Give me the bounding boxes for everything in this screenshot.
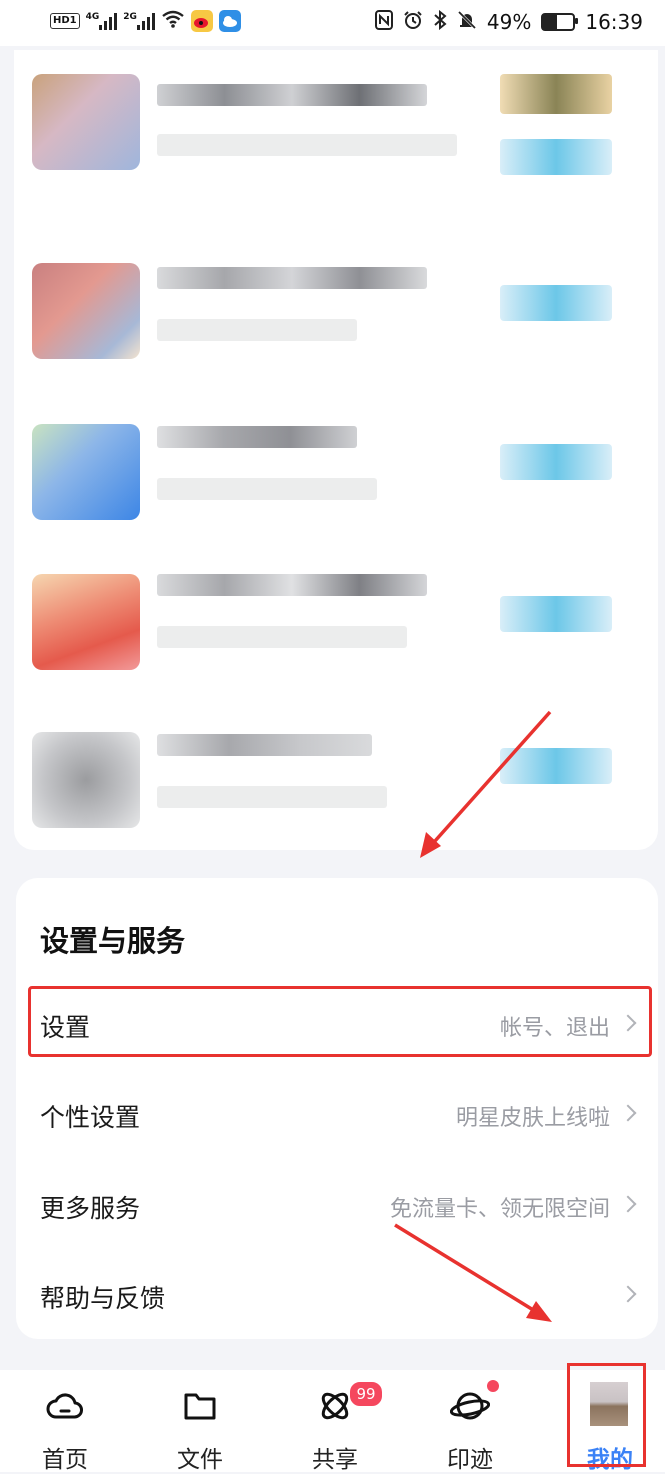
blurred-action-button[interactable] xyxy=(500,748,612,784)
cloud-icon xyxy=(46,1393,83,1419)
blurred-avatar xyxy=(32,732,140,828)
tab-files[interactable]: 文件 xyxy=(135,1370,265,1473)
wifi-icon xyxy=(161,10,185,32)
blurred-title xyxy=(157,426,357,448)
menu-item-label: 个性设置 xyxy=(40,1103,141,1132)
list-item[interactable] xyxy=(14,414,658,534)
tab-footprint[interactable]: 印迹 xyxy=(405,1370,535,1473)
planet-icon xyxy=(450,1392,490,1420)
blurred-subtitle xyxy=(157,626,407,648)
mute-bell-icon xyxy=(457,10,477,34)
blurred-action-button[interactable] xyxy=(500,285,612,321)
blurred-subtitle xyxy=(157,134,457,156)
blurred-list-card xyxy=(14,50,658,850)
menu-item-more-services[interactable]: 更多服务 免流量卡、领无限空间 xyxy=(16,1171,658,1241)
list-item[interactable] xyxy=(14,560,658,680)
weibo-app-icon xyxy=(190,10,213,32)
blurred-tag xyxy=(500,74,612,114)
tab-label: 印迹 xyxy=(447,1447,493,1473)
chevron-right-icon xyxy=(619,1104,637,1122)
hd-indicator: HD1 xyxy=(50,13,80,29)
tab-label: 共享 xyxy=(312,1447,358,1473)
blurred-title xyxy=(157,267,427,289)
blurred-action-button[interactable] xyxy=(500,139,612,175)
settings-services-card: 设置与服务 设置 帐号、退出 个性设置 明星皮肤上线啦 更多服务 免流量卡、领无… xyxy=(16,878,658,1339)
list-item[interactable] xyxy=(14,255,658,375)
blurred-subtitle xyxy=(157,319,357,341)
status-left: HD1 4G 2G xyxy=(50,10,241,32)
tab-share[interactable]: 99 共享 xyxy=(270,1370,400,1473)
menu-item-subtitle: 免流量卡、领无限空间 xyxy=(389,1197,610,1222)
section-title: 设置与服务 xyxy=(40,924,186,958)
tab-label: 首页 xyxy=(42,1447,88,1473)
menu-item-label: 帮助与反馈 xyxy=(40,1284,166,1313)
bottom-tab-bar: 首页 文件 99 共享 印迹 我的 xyxy=(0,1370,665,1473)
blurred-avatar xyxy=(32,574,140,670)
chevron-right-icon xyxy=(619,1285,637,1303)
blurred-subtitle xyxy=(157,478,377,500)
signal-4g-icon: 4G xyxy=(86,12,118,30)
status-bar: HD1 4G 2G 49% 16:39 xyxy=(0,0,665,46)
status-right: 49% 16:39 xyxy=(374,9,643,34)
menu-item-help-feedback[interactable]: 帮助与反馈 xyxy=(16,1261,658,1331)
notification-badge: 99 xyxy=(348,1380,384,1408)
battery-percent: 49% xyxy=(486,10,532,34)
blurred-action-button[interactable] xyxy=(500,444,612,480)
tab-home[interactable]: 首页 xyxy=(0,1370,130,1473)
unread-dot xyxy=(487,1380,499,1392)
blurred-avatar xyxy=(32,424,140,520)
nfc-icon xyxy=(374,10,393,34)
battery-icon xyxy=(541,13,579,31)
folder-icon xyxy=(184,1393,216,1420)
blurred-title xyxy=(157,574,427,596)
blurred-action-button[interactable] xyxy=(500,596,612,632)
clock-time: 16:39 xyxy=(585,10,643,34)
menu-item-label: 更多服务 xyxy=(40,1194,141,1223)
signal-2g-icon: 2G xyxy=(123,12,155,30)
annotation-highlight-mine-tab xyxy=(567,1363,646,1467)
chevron-right-icon xyxy=(619,1195,637,1213)
blurred-title xyxy=(157,84,427,106)
bluetooth-icon xyxy=(433,9,447,34)
blurred-avatar xyxy=(32,263,140,359)
blurred-avatar xyxy=(32,74,140,170)
alarm-icon xyxy=(403,10,423,34)
annotation-highlight-settings xyxy=(28,986,652,1057)
weather-app-icon xyxy=(218,10,241,32)
menu-item-subtitle: 明星皮肤上线啦 xyxy=(455,1106,610,1131)
list-item[interactable] xyxy=(14,720,658,840)
tab-label: 文件 xyxy=(177,1447,223,1473)
list-item[interactable] xyxy=(14,64,658,184)
blurred-title xyxy=(157,734,372,756)
blurred-subtitle xyxy=(157,786,387,808)
menu-item-personalization[interactable]: 个性设置 明星皮肤上线啦 xyxy=(16,1080,658,1150)
